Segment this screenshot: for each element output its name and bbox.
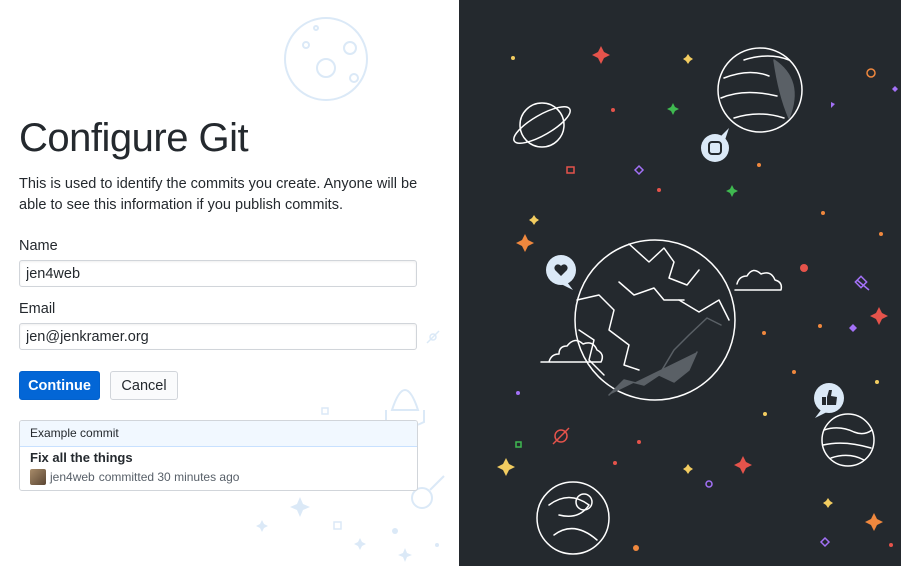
commit-meta: jen4web committed 30 minutes ago [30,469,239,485]
example-commit-header: Example commit [20,421,417,447]
satellite-icon [426,330,440,344]
email-field[interactable] [19,323,417,350]
example-commit-box: Example commit Fix all the things jen4we… [19,420,418,491]
thumbs-up-bubble-icon [814,383,844,418]
cloud-icon [540,339,604,363]
planet-icon [821,413,875,467]
planet-icon [536,481,610,555]
name-field[interactable] [19,260,417,287]
page-title: Configure Git [19,116,249,160]
commit-time: committed 30 minutes ago [98,470,240,484]
avatar [30,469,46,485]
star-icon [497,46,898,551]
cancel-button[interactable]: Cancel [110,371,178,400]
planet-icon [717,47,803,133]
name-label: Name [19,238,58,254]
email-label: Email [19,301,56,317]
space-illustration [497,46,898,555]
octocat-bubble-icon [701,128,729,162]
commit-author: jen4web [50,470,95,484]
form-panel: Configure Git This is used to identify t… [0,0,459,566]
commit-title: Fix all the things [30,450,133,465]
heart-bubble-icon [546,255,576,290]
illustration-panel [459,0,901,566]
continue-button[interactable]: Continue [19,371,100,400]
page-description: This is used to identify the commits you… [19,176,418,213]
saturn-icon [513,102,571,148]
moon-icon [284,17,368,101]
earth-illustration [574,239,736,401]
cloud-icon [734,269,783,291]
